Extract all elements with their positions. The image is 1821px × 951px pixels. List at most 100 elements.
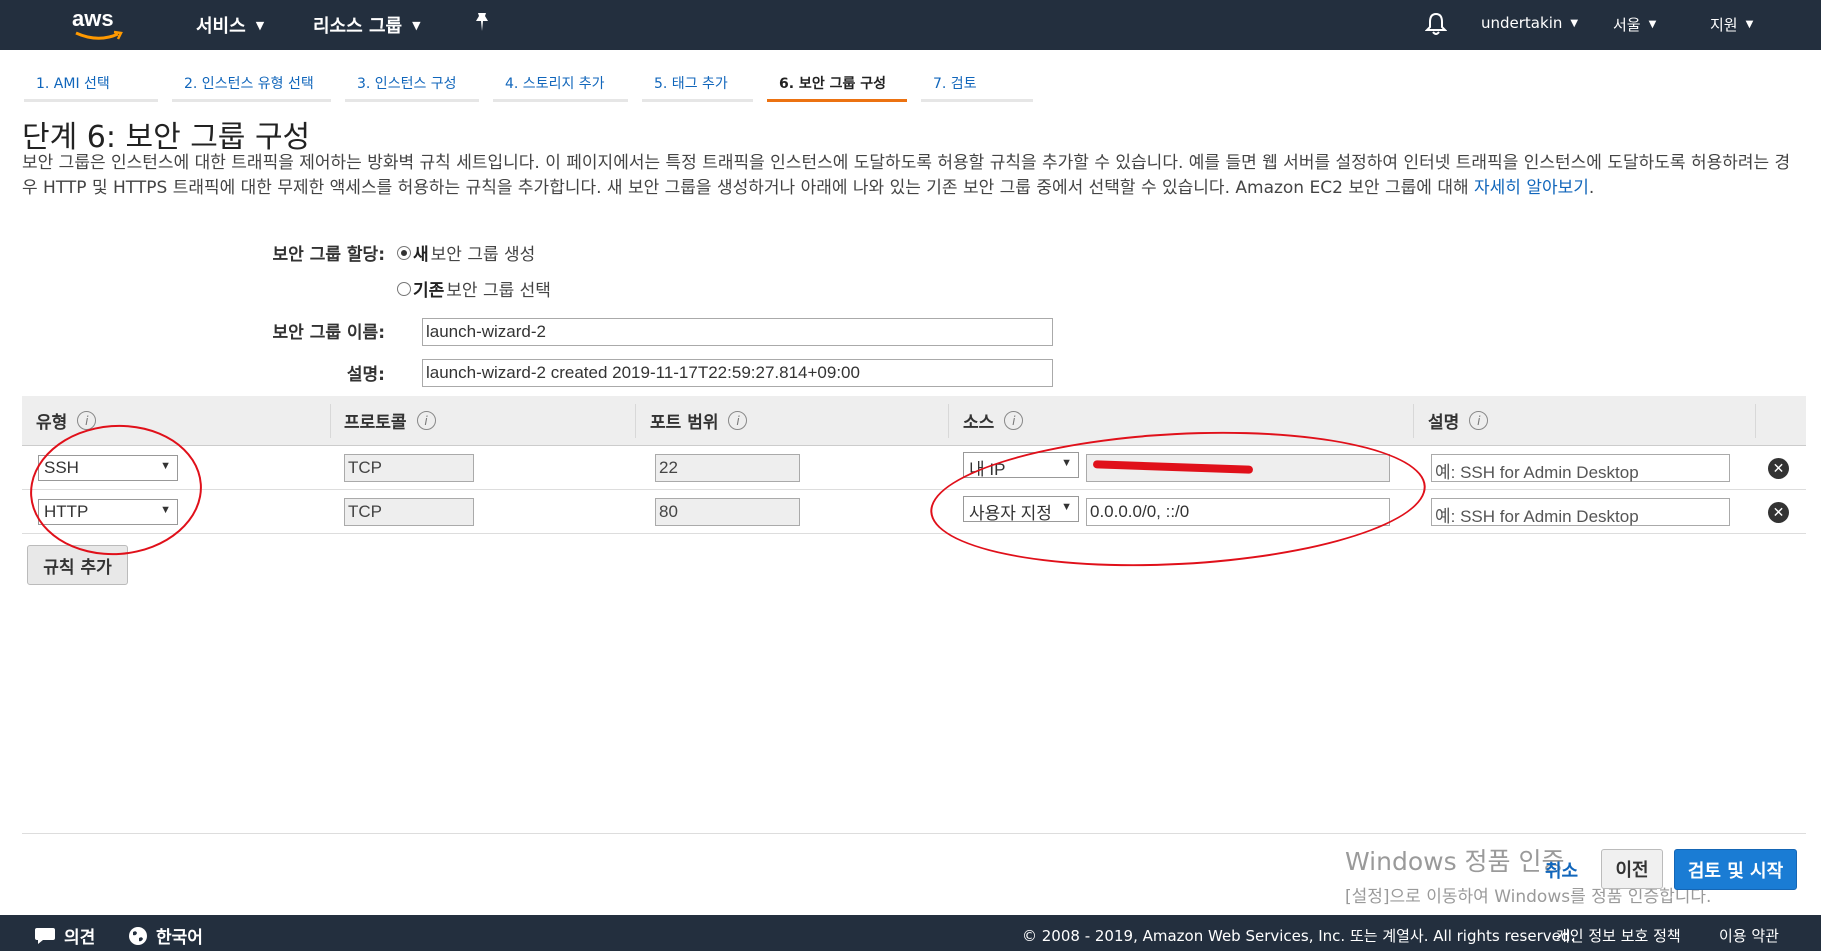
- chevron-down-icon: ▼: [1745, 19, 1754, 30]
- col-protocol: 프로토콜 i: [344, 408, 436, 433]
- description-period: .: [1588, 178, 1595, 198]
- delete-rule-icon[interactable]: ✕: [1768, 502, 1789, 523]
- group-name-label: 보안 그룹 이름:: [272, 323, 385, 343]
- source-type-value: 사용자 지정: [969, 504, 1052, 523]
- chevron-down-icon: ▼: [1648, 19, 1657, 30]
- cancel-button[interactable]: 취소: [1545, 857, 1578, 883]
- page-title: 단계 6: 보안 그룹 구성: [22, 120, 311, 155]
- col-source: 소스 i: [963, 408, 1024, 433]
- type-select[interactable]: HTTP ▼: [38, 499, 178, 525]
- terms-link[interactable]: 이용 약관: [1719, 925, 1779, 946]
- column-divider: [635, 404, 636, 438]
- info-icon[interactable]: i: [416, 411, 436, 430]
- source-select[interactable]: 사용자 지정 ▼: [963, 496, 1079, 523]
- region-label: 서울: [1613, 16, 1641, 34]
- type-value: HTTP: [44, 502, 89, 521]
- rule-description-input[interactable]: 예: SSH for Admin Desktop: [1431, 454, 1730, 482]
- chevron-down-icon: ▼: [1570, 17, 1579, 29]
- col-protocol-label: 프로토콜: [344, 413, 407, 433]
- source-select[interactable]: 내 IP ▼: [963, 452, 1079, 479]
- step-instance-config[interactable]: 3. 인스턴스 구성: [345, 65, 479, 102]
- feedback-label: 의견: [64, 928, 96, 948]
- port-field: 22: [655, 454, 800, 482]
- globe-icon: [129, 926, 147, 945]
- chevron-down-icon: ▼: [412, 18, 421, 32]
- radio-new-group[interactable]: 새 보안 그룹 생성: [397, 240, 535, 265]
- col-port: 포트 범위 i: [650, 408, 748, 433]
- wizard-steps: 1. AMI 선택 2. 인스턴스 유형 선택 3. 인스턴스 구성 4. 스토…: [24, 65, 1047, 102]
- protocol-field: TCP: [344, 454, 474, 482]
- assign-label: 보안 그룹 할당:: [272, 245, 385, 265]
- col-type: 유형 i: [36, 408, 97, 433]
- services-menu[interactable]: 서비스 ▼: [196, 12, 264, 38]
- info-icon[interactable]: i: [1469, 411, 1489, 430]
- dropdown-arrow-icon: ▼: [160, 504, 171, 516]
- step-review[interactable]: 7. 검토: [921, 65, 1033, 102]
- group-desc-input[interactable]: [422, 359, 1053, 387]
- aws-logo-text: aws: [72, 6, 114, 31]
- add-rule-button[interactable]: 규칙 추가: [27, 545, 128, 585]
- radio-unselected-icon[interactable]: [397, 281, 411, 296]
- info-icon[interactable]: i: [77, 411, 97, 430]
- info-icon[interactable]: i: [1004, 411, 1024, 430]
- bell-icon[interactable]: [1424, 12, 1448, 40]
- type-select[interactable]: SSH ▼: [38, 455, 178, 481]
- source-cidr-input[interactable]: 0.0.0.0/0, ::/0: [1086, 498, 1390, 526]
- group-desc-label: 설명:: [346, 365, 385, 385]
- aws-logo[interactable]: aws: [72, 6, 132, 42]
- review-and-launch-button[interactable]: 검토 및 시작: [1674, 849, 1797, 890]
- col-type-label: 유형: [36, 413, 68, 433]
- support-label: 지원: [1710, 16, 1738, 34]
- delete-rule-icon[interactable]: ✕: [1768, 458, 1789, 479]
- footer: 의견 한국어 © 2008 - 2019, Amazon Web Service…: [0, 915, 1821, 951]
- radio-existing-bold: 기존: [413, 281, 445, 301]
- col-description: 설명 i: [1428, 408, 1489, 433]
- previous-button[interactable]: 이전: [1601, 849, 1663, 889]
- dropdown-arrow-icon: ▼: [1061, 457, 1072, 469]
- top-nav: aws 서비스 ▼ 리소스 그룹 ▼ undertakin ▼ 서울 ▼ 지원 …: [0, 0, 1821, 50]
- step-tags[interactable]: 5. 태그 추가: [642, 65, 753, 102]
- page-description: 보안 그룹은 인스턴스에 대한 트래픽을 제어하는 방화벽 규칙 세트입니다. …: [22, 151, 1802, 201]
- dropdown-arrow-icon: ▼: [160, 460, 171, 472]
- pin-icon[interactable]: [474, 12, 490, 37]
- info-icon[interactable]: i: [728, 411, 748, 430]
- copyright-text: © 2008 - 2019, Amazon Web Services, Inc.…: [1022, 927, 1576, 945]
- step-ami[interactable]: 1. AMI 선택: [24, 65, 158, 102]
- protocol-field: TCP: [344, 498, 474, 526]
- radio-selected-icon[interactable]: [397, 245, 411, 260]
- table-row: SSH ▼ TCP 22 내 IP ▼ 예: SSH for Admin Deskt…: [22, 446, 1806, 490]
- rule-description-input[interactable]: 예: SSH for Admin Desktop: [1431, 498, 1730, 526]
- user-menu[interactable]: undertakin ▼: [1481, 14, 1578, 32]
- source-type-value: 내 IP: [969, 460, 1006, 479]
- radio-existing-group[interactable]: 기존 보안 그룹 선택: [397, 276, 551, 301]
- user-label: undertakin: [1481, 14, 1563, 32]
- speech-bubble-icon: [35, 927, 55, 944]
- column-divider: [948, 404, 949, 438]
- column-divider: [1755, 404, 1756, 438]
- resource-groups-label: 리소스 그룹: [313, 16, 403, 37]
- feedback-link[interactable]: 의견: [34, 923, 95, 948]
- resource-groups-menu[interactable]: 리소스 그룹 ▼: [313, 12, 421, 38]
- language-label: 한국어: [156, 928, 203, 948]
- services-label: 서비스: [196, 16, 246, 37]
- type-value: SSH: [44, 458, 79, 477]
- col-port-label: 포트 범위: [650, 413, 719, 433]
- chevron-down-icon: ▼: [255, 18, 265, 32]
- table-row: HTTP ▼ TCP 80 사용자 지정 ▼ 0.0.0.0/0, ::/0 예: …: [22, 490, 1806, 534]
- radio-existing-label: 보안 그룹 선택: [446, 281, 551, 301]
- step-instance-type[interactable]: 2. 인스턴스 유형 선택: [172, 65, 331, 102]
- learn-more-link[interactable]: 자세히 알아보기: [1474, 178, 1589, 198]
- support-menu[interactable]: 지원 ▼: [1710, 14, 1753, 35]
- aws-smile-icon: [75, 30, 123, 40]
- radio-new-bold: 새: [413, 245, 429, 265]
- region-menu[interactable]: 서울 ▼: [1613, 14, 1656, 35]
- group-name-input[interactable]: [422, 318, 1053, 346]
- step-storage[interactable]: 4. 스토리지 추가: [493, 65, 628, 102]
- language-selector[interactable]: 한국어: [128, 923, 203, 948]
- dropdown-arrow-icon: ▼: [1061, 501, 1072, 513]
- step-security-group[interactable]: 6. 보안 그룹 구성: [767, 65, 907, 102]
- radio-new-label: 보안 그룹 생성: [430, 245, 536, 265]
- privacy-link[interactable]: 개인 정보 보호 정책: [1556, 925, 1681, 946]
- col-description-label: 설명: [1428, 413, 1460, 433]
- rules-table-header: 유형 i 프로토콜 i 포트 범위 i 소스 i 설명 i: [22, 396, 1806, 446]
